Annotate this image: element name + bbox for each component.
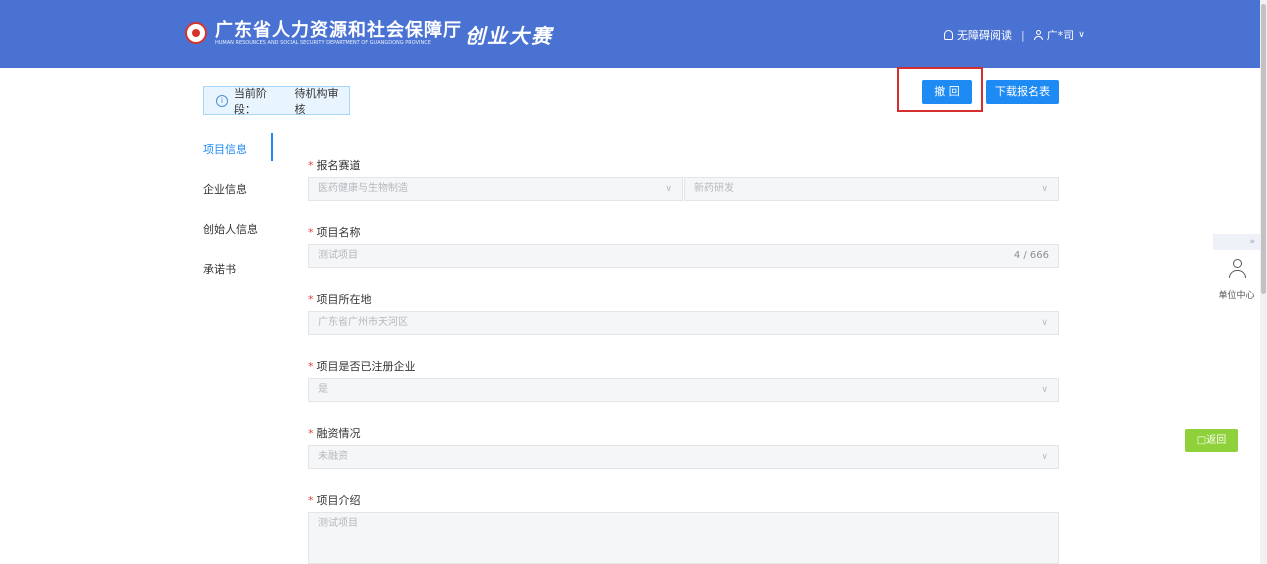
stage-badge: i 当前阶段： 待机构审核 (203, 86, 350, 116)
chevron-down-icon: ∨ (1041, 318, 1048, 328)
person-icon (1229, 259, 1246, 279)
chevron-down-icon[interactable]: ∨ (1078, 30, 1085, 40)
unit-center-label: 单位中心 (1218, 291, 1255, 301)
chevron-down-icon: ∨ (665, 184, 672, 194)
track-value-primary: 医药健康与生物制造 (318, 183, 408, 194)
track-value-secondary: 新药研发 (694, 183, 734, 194)
emblem-icon (185, 22, 207, 44)
return-button[interactable]: □返回 (1185, 429, 1238, 452)
menu-item-founder-info[interactable]: 创始人信息 (203, 221, 258, 237)
location-value: 广东省广州市天河区 (318, 317, 408, 328)
accessibility-link[interactable]: 无障碍阅读 (957, 27, 1012, 43)
chevron-down-icon: ∨ (1041, 452, 1048, 462)
header-right: 无障碍阅读 | 广*司 ∨ (944, 27, 1085, 43)
menu-item-company-info[interactable]: 企业信息 (203, 181, 247, 197)
scrollbar-thumb[interactable] (1261, 4, 1266, 294)
download-form-button[interactable]: 下载报名表 (986, 80, 1059, 104)
chevron-down-icon: ∨ (1041, 184, 1048, 194)
chevron-down-icon: ∨ (1041, 385, 1048, 395)
location-select[interactable]: 广东省广州市天河区 ∨ (308, 311, 1059, 335)
registered-value: 是 (318, 384, 328, 395)
unit-center-button[interactable]: 单位中心 (1213, 250, 1260, 304)
required-mark: * (308, 159, 314, 172)
track-select-secondary[interactable]: 新药研发 ∨ (684, 177, 1059, 201)
financing-select[interactable]: 未融资 ∨ (308, 445, 1059, 469)
highlight-box (897, 67, 983, 112)
location-label: * 项目所在地 (308, 291, 372, 307)
lightbulb-icon (944, 30, 953, 40)
stage-label: 当前阶段： (233, 86, 267, 116)
user-name[interactable]: 广*司 (1047, 27, 1075, 43)
registered-label-text: 项目是否已注册企业 (316, 360, 416, 373)
track-label-text: 报名赛道 (316, 159, 361, 172)
required-mark: * (308, 427, 314, 440)
required-mark: * (308, 494, 314, 507)
intro-textarea[interactable]: 测试项目 (308, 512, 1059, 564)
project-name-input[interactable]: 测试项目 4 / 666 (308, 244, 1059, 268)
org-name: 广东省人力资源和社会保障厅 (215, 20, 462, 41)
intro-label-text: 项目介绍 (316, 494, 361, 507)
user-icon (1033, 30, 1043, 40)
collapse-toggle[interactable]: » (1213, 234, 1260, 250)
track-select-primary[interactable]: 医药健康与生物制造 ∨ (308, 177, 683, 201)
info-icon: i (216, 94, 228, 107)
top-header: 广东省人力资源和社会保障厅 HUMAN RESOURCES AND SOCIAL… (0, 0, 1260, 68)
financing-label-text: 融资情况 (316, 427, 361, 440)
financing-label: * 融资情况 (308, 425, 361, 441)
financing-value: 未融资 (318, 451, 348, 462)
brand-title: 创业大赛 (465, 24, 553, 48)
project-name-value: 测试项目 (318, 250, 358, 261)
menu-item-project-info[interactable]: 项目信息 (203, 141, 247, 157)
required-mark: * (308, 226, 314, 239)
char-count: 4 / 666 (1013, 250, 1049, 261)
registered-select[interactable]: 是 ∨ (308, 378, 1059, 402)
active-menu-indicator (271, 133, 273, 161)
location-label-text: 项目所在地 (316, 293, 372, 306)
stage-value: 待机构审核 (294, 86, 339, 116)
registered-label: * 项目是否已注册企业 (308, 358, 416, 374)
track-label: * 报名赛道 (308, 157, 361, 173)
required-mark: * (308, 293, 314, 306)
header-separator: | (1021, 28, 1025, 42)
required-mark: * (308, 360, 314, 373)
project-name-label-text: 项目名称 (316, 226, 361, 239)
menu-item-commitment[interactable]: 承诺书 (203, 261, 236, 277)
intro-label: * 项目介绍 (308, 492, 361, 508)
intro-value: 测试项目 (318, 518, 358, 529)
project-name-label: * 项目名称 (308, 224, 361, 240)
org-name-en: HUMAN RESOURCES AND SOCIAL SECURITY DEPA… (215, 40, 431, 46)
